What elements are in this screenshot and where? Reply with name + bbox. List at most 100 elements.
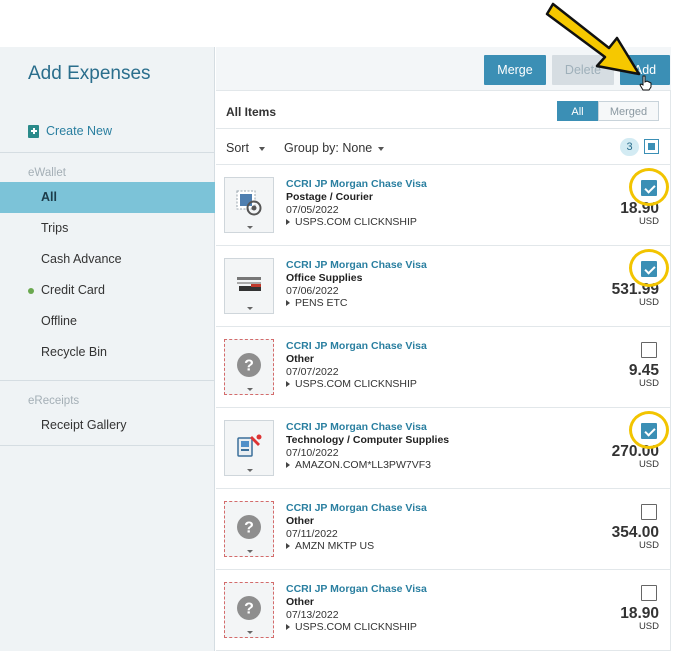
page-title: Add Expenses bbox=[28, 63, 151, 84]
expense-date: 07/06/2022 bbox=[286, 285, 339, 297]
sidebar-item-receipt-gallery[interactable]: Receipt Gallery bbox=[0, 410, 215, 441]
expense-row[interactable]: ? CCRI JP Morgan Chase Visa Other 07/11/… bbox=[216, 489, 671, 570]
create-new-label: Create New bbox=[46, 124, 112, 138]
ereceipts-section-label: eReceipts bbox=[28, 395, 80, 407]
expense-date: 07/11/2022 bbox=[286, 528, 338, 540]
sidebar-item-label: Receipt Gallery bbox=[41, 418, 127, 432]
expense-vendor[interactable]: CCRI JP Morgan Chase Visa bbox=[286, 178, 427, 190]
sidebar-item-recycle-bin[interactable]: Recycle Bin bbox=[0, 337, 215, 368]
sort-label: Sort bbox=[226, 141, 249, 155]
question-icon: ? bbox=[237, 353, 261, 377]
sidebar-item-trips[interactable]: Trips bbox=[0, 213, 215, 244]
expand-triangle-icon bbox=[286, 462, 290, 469]
expense-row[interactable]: CCRI JP Morgan Chase Visa Office Supplie… bbox=[216, 246, 671, 327]
sidebar-item-label: Cash Advance bbox=[41, 252, 122, 266]
chevron-down-icon bbox=[247, 226, 253, 229]
sidebar-item-label: Trips bbox=[41, 221, 69, 235]
row-checkbox[interactable] bbox=[641, 504, 657, 520]
expense-merchant[interactable]: USPS.COM CLICKNSHIP bbox=[286, 621, 417, 633]
expand-triangle-icon bbox=[286, 219, 290, 226]
group-by-label: Group by: None bbox=[284, 141, 373, 155]
expand-triangle-icon bbox=[286, 300, 290, 307]
select-all-checkbox[interactable] bbox=[644, 139, 659, 154]
chevron-down-icon bbox=[247, 550, 253, 553]
expense-type: Other bbox=[286, 353, 315, 365]
expense-date: 07/10/2022 bbox=[286, 447, 339, 459]
add-document-icon bbox=[28, 124, 39, 138]
merchant-label: AMAZON.COM*LL3PW7VF3 bbox=[295, 459, 431, 471]
expense-merchant[interactable]: USPS.COM CLICKNSHIP bbox=[286, 216, 417, 228]
expense-vendor[interactable]: CCRI JP Morgan Chase Visa bbox=[286, 583, 427, 595]
chevron-down-icon bbox=[247, 469, 253, 472]
group-by-dropdown[interactable]: Group by: None bbox=[284, 141, 385, 155]
chevron-down-icon bbox=[258, 146, 265, 151]
expense-date: 07/05/2022 bbox=[286, 204, 339, 216]
receipt-thumbnail[interactable]: ? bbox=[224, 582, 274, 638]
expense-currency: USD bbox=[638, 297, 659, 308]
question-icon: ? bbox=[237, 596, 261, 620]
expense-date: 07/07/2022 bbox=[286, 366, 339, 378]
expense-row[interactable]: ? CCRI JP Morgan Chase Visa Other 07/07/… bbox=[216, 327, 671, 408]
sidebar-item-label: Recycle Bin bbox=[41, 345, 107, 359]
receipt-thumbnail[interactable] bbox=[224, 177, 274, 233]
stapler-icon bbox=[237, 277, 261, 291]
divider bbox=[0, 152, 215, 153]
filter-merged-button[interactable]: Merged bbox=[598, 101, 659, 121]
svg-text:?: ? bbox=[244, 358, 254, 375]
expense-row[interactable]: CCRI JP Morgan Chase Visa Technology / C… bbox=[216, 408, 671, 489]
divider bbox=[0, 380, 215, 381]
list-title: All Items bbox=[226, 105, 277, 119]
svg-text:?: ? bbox=[244, 601, 254, 618]
sidebar-item-all[interactable]: All bbox=[0, 182, 215, 213]
expense-vendor[interactable]: CCRI JP Morgan Chase Visa bbox=[286, 340, 427, 352]
expand-triangle-icon bbox=[286, 381, 290, 388]
receipt-thumbnail[interactable] bbox=[224, 420, 274, 476]
expand-triangle-icon bbox=[286, 624, 290, 631]
expense-merchant[interactable]: AMAZON.COM*LL3PW7VF3 bbox=[286, 459, 431, 471]
status-dot-icon bbox=[28, 288, 34, 294]
expense-rows: CCRI JP Morgan Chase Visa Postage / Cour… bbox=[216, 165, 671, 651]
sidebar-item-label: All bbox=[41, 190, 57, 204]
sidebar-item-label: Credit Card bbox=[41, 283, 105, 297]
row-checkbox[interactable] bbox=[641, 342, 657, 358]
sidebar-item-credit-card[interactable]: Credit Card bbox=[0, 275, 215, 306]
expense-currency: USD bbox=[638, 540, 659, 551]
expense-currency: USD bbox=[638, 621, 659, 632]
expense-row[interactable]: ? CCRI JP Morgan Chase Visa Other 07/13/… bbox=[216, 570, 671, 651]
sidebar-item-label: Offline bbox=[41, 314, 77, 328]
expense-type: Postage / Courier bbox=[286, 191, 373, 203]
create-new-link[interactable]: Create New bbox=[28, 124, 112, 138]
expense-row[interactable]: CCRI JP Morgan Chase Visa Postage / Cour… bbox=[216, 165, 671, 246]
question-icon: ? bbox=[237, 515, 261, 539]
expense-vendor[interactable]: CCRI JP Morgan Chase Visa bbox=[286, 259, 427, 271]
expense-vendor[interactable]: CCRI JP Morgan Chase Visa bbox=[286, 502, 427, 514]
receipt-thumbnail[interactable] bbox=[224, 258, 274, 314]
expense-type: Other bbox=[286, 596, 315, 608]
sidebar-item-offline[interactable]: Offline bbox=[0, 306, 215, 337]
sort-bar: Sort Group by: None 3 bbox=[216, 129, 671, 165]
receipt-thumbnail[interactable]: ? bbox=[224, 501, 274, 557]
selected-count-badge: 3 bbox=[620, 138, 639, 156]
hand-cursor-icon bbox=[639, 75, 652, 91]
computer-icon bbox=[237, 434, 262, 457]
expense-type: Other bbox=[286, 515, 315, 527]
sort-dropdown[interactable]: Sort bbox=[226, 141, 265, 155]
list-header: All Items All Merged bbox=[216, 91, 671, 129]
ewallet-section-label: eWallet bbox=[28, 167, 66, 179]
expense-vendor[interactable]: CCRI JP Morgan Chase Visa bbox=[286, 421, 427, 433]
expense-currency: USD bbox=[638, 378, 659, 389]
expense-merchant[interactable]: PENS ETC bbox=[286, 297, 348, 309]
row-checkbox[interactable] bbox=[641, 585, 657, 601]
divider bbox=[0, 445, 215, 446]
annotation-arrow-icon bbox=[545, 2, 641, 76]
expense-merchant[interactable]: USPS.COM CLICKNSHIP bbox=[286, 378, 417, 390]
expense-merchant[interactable]: AMZN MKTP US bbox=[286, 540, 374, 552]
sidebar-item-cash-advance[interactable]: Cash Advance bbox=[0, 244, 215, 275]
merchant-label: USPS.COM CLICKNSHIP bbox=[295, 378, 417, 390]
expense-date: 07/13/2022 bbox=[286, 609, 339, 621]
expense-type: Technology / Computer Supplies bbox=[286, 434, 450, 446]
highlight-circle bbox=[629, 249, 669, 287]
filter-all-button[interactable]: All bbox=[557, 101, 598, 121]
receipt-thumbnail[interactable]: ? bbox=[224, 339, 274, 395]
chevron-down-icon bbox=[247, 307, 253, 310]
